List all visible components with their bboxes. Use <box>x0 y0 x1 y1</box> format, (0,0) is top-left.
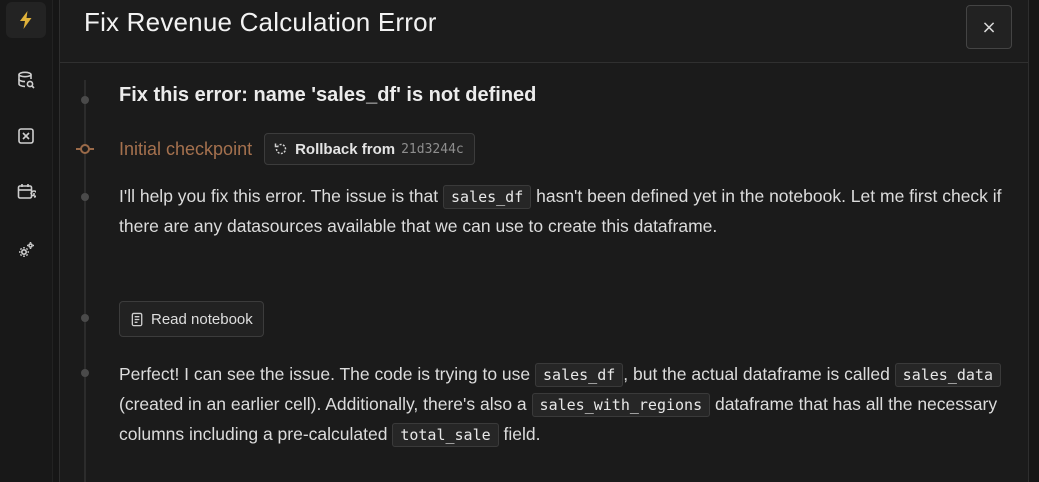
app-root: Fix Revenue Calculation Error × Fix this… <box>0 0 1039 482</box>
rollback-button[interactable]: Rollback from 21d3244c <box>264 133 475 165</box>
dialog-header: Fix Revenue Calculation Error × <box>60 0 1028 63</box>
user-message: Fix this error: name 'sales_df' is not d… <box>119 84 537 106</box>
rail-lightning-button[interactable] <box>6 2 46 38</box>
checkpoint-row: Initial checkpoint Rollback from 21d3244… <box>119 133 475 165</box>
checkpoint-label: Initial checkpoint <box>119 138 253 159</box>
assistant-message-1: I'll help you fix this error. The issue … <box>119 182 1019 241</box>
assistant-message-2: Perfect! I can see the issue. The code i… <box>119 360 1019 450</box>
message-text: field. <box>498 424 541 444</box>
inline-code: sales_df <box>535 363 624 387</box>
dialog-title: Fix Revenue Calculation Error <box>84 7 437 37</box>
database-search-icon <box>18 71 35 89</box>
settings-gear-icon <box>19 242 34 257</box>
rail-datasource-button[interactable] <box>6 62 46 98</box>
rollback-icon <box>274 143 287 155</box>
notebook-icon <box>131 312 143 326</box>
message-text: (created in an earlier cell). Additional… <box>119 394 532 414</box>
inline-code: sales_df <box>443 185 532 209</box>
fix-error-dialog: Fix Revenue Calculation Error × Fix this… <box>59 0 1029 482</box>
calendar-refresh-icon <box>17 184 36 199</box>
tool-call-label: Read notebook <box>151 310 253 328</box>
inline-code: sales_data <box>894 363 1001 387</box>
close-button[interactable]: × <box>966 5 1012 49</box>
inline-code: total_sale <box>392 423 499 447</box>
variable-x-icon <box>18 128 34 144</box>
rail-settings-button[interactable] <box>6 232 46 268</box>
close-icon: × <box>981 16 997 38</box>
timeline-dot <box>81 314 89 322</box>
timeline-line <box>84 80 86 482</box>
checkpoint-hash: 21d3244c <box>401 141 464 157</box>
message-text: I'll help you fix this error. The issue … <box>119 186 443 206</box>
inline-code: sales_with_regions <box>531 393 711 417</box>
icon-rail <box>0 0 53 482</box>
rail-schedule-button[interactable] <box>6 174 46 210</box>
read-notebook-button[interactable]: Read notebook <box>119 301 264 337</box>
message-text: Perfect! I can see the issue. The code i… <box>119 364 536 384</box>
rollback-label: Rollback from <box>295 140 396 158</box>
rail-variables-button[interactable] <box>6 118 46 154</box>
message-text: , but the actual dataframe is called <box>623 364 895 384</box>
lightning-icon <box>20 11 32 29</box>
timeline-dot <box>81 369 89 377</box>
checkpoint-marker <box>80 144 90 154</box>
timeline-dot <box>81 193 89 201</box>
timeline-dot <box>81 96 89 104</box>
